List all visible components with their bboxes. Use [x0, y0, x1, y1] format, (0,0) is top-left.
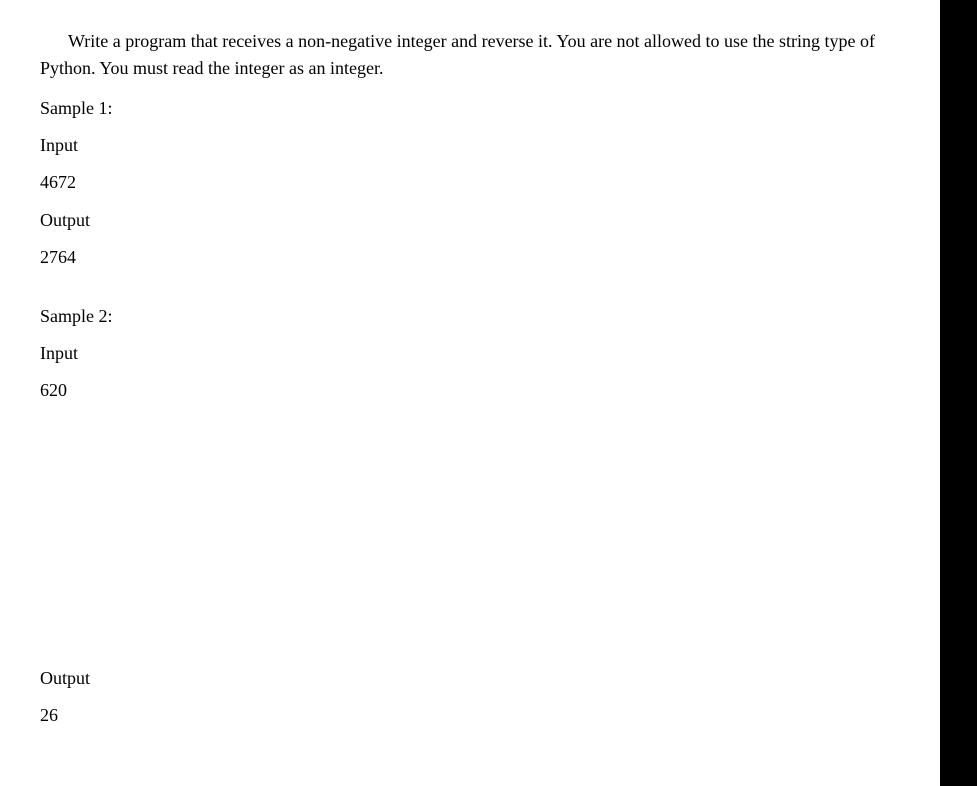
sample-output-label: Output — [40, 208, 900, 233]
sample-output-value: 2764 — [40, 245, 900, 270]
sample-input-label: Input — [40, 341, 900, 366]
sample-output-label: Output — [40, 666, 900, 691]
sample-input-value: 620 — [40, 378, 900, 403]
sample-input-value: 4672 — [40, 170, 900, 195]
problem-statement: Write a program that receives a non-nega… — [40, 28, 900, 82]
scan-artifact — [0, 500, 12, 550]
scan-artifact — [0, 14, 12, 54]
scan-artifact — [912, 500, 940, 560]
sample-output-value: 26 — [40, 703, 900, 728]
document-page: Write a program that receives a non-nega… — [0, 0, 940, 786]
spacer — [40, 282, 900, 304]
sample-title: Sample 2: — [40, 304, 900, 329]
sample-title: Sample 1: — [40, 96, 900, 121]
sample-input-label: Input — [40, 133, 900, 158]
spacer — [40, 416, 900, 666]
